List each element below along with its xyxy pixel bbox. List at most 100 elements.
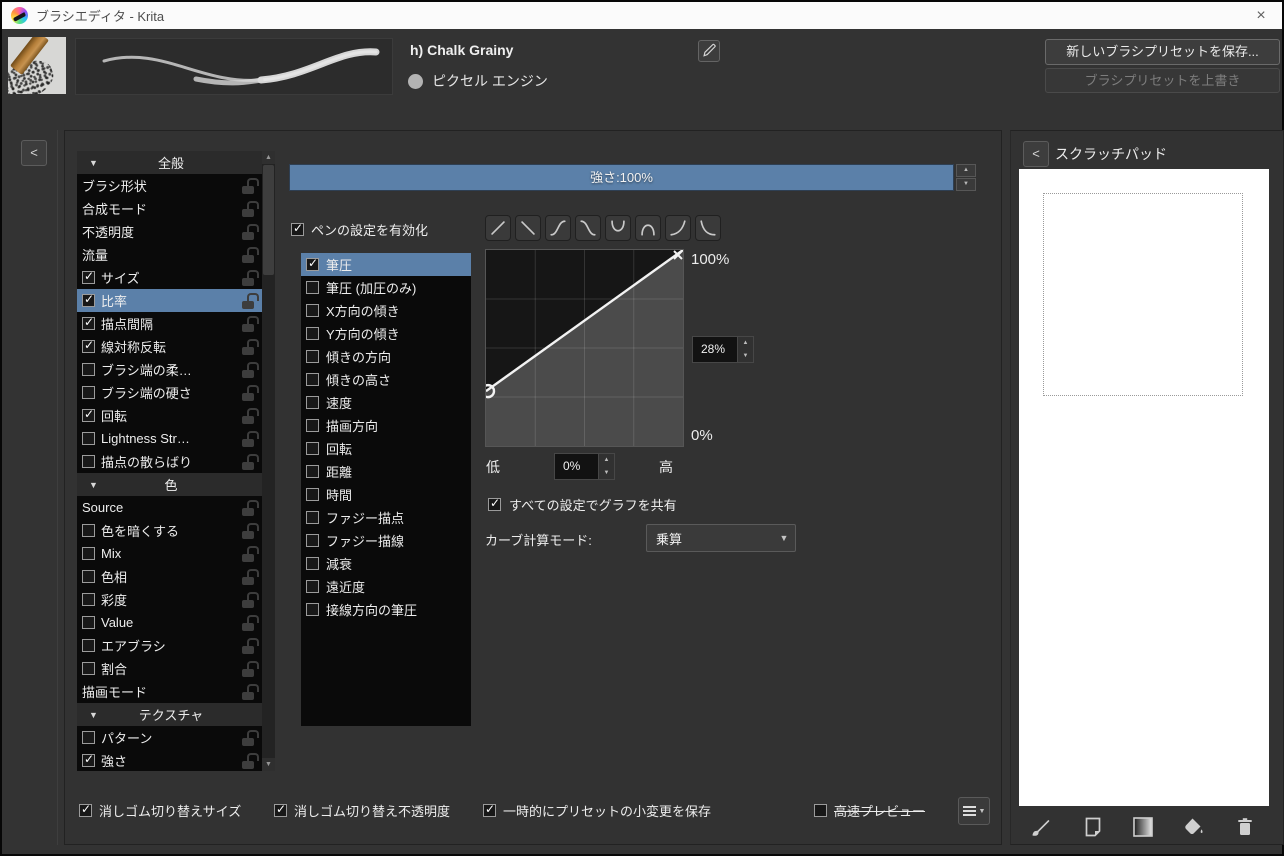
preset-option-row[interactable]: Source [77,496,262,519]
preset-option-row[interactable]: サイズ [77,266,262,289]
option-checkbox[interactable] [82,639,95,652]
curve-preset-linear-down[interactable] [515,215,541,241]
detach-menu-button[interactable]: ▼ [958,797,990,825]
collapse-left-button[interactable]: < [21,140,47,166]
footer-checkbox[interactable] [274,802,288,817]
sensor-checkbox[interactable] [306,396,319,409]
sensor-checkbox[interactable] [306,511,319,524]
sensor-row[interactable]: ファジー描線 [301,529,471,552]
sensor-checkbox[interactable] [306,580,319,593]
lock-icon[interactable] [242,523,256,538]
preset-list-scrollbar[interactable]: ▲ ▼ [262,151,275,771]
scrollbar-handle[interactable] [263,165,274,275]
lock-icon[interactable] [242,431,256,446]
footer-checkbox-row[interactable]: 一時的にプリセットの小変更を保存 [483,801,711,820]
lock-icon[interactable] [242,178,256,193]
preset-section-header[interactable]: ▼ テクスチャ [77,703,262,726]
preset-option-row[interactable]: 割合 [77,657,262,680]
sensor-checkbox[interactable] [306,442,319,455]
spin-down-icon[interactable]: ▼ [599,467,614,480]
footer-checkbox-row[interactable]: 消しゴム切り替え不透明度 [274,801,450,820]
option-checkbox[interactable] [82,616,95,629]
sensor-row[interactable]: 傾きの方向 [301,345,471,368]
footer-checkbox-row[interactable]: 消しゴム切り替えサイズ [79,801,241,820]
sensor-row[interactable]: 接線方向の筆圧 [301,598,471,621]
strength-spinner[interactable]: ▲ ▼ [956,164,976,191]
preset-option-row[interactable]: 合成モード [77,197,262,220]
preset-list[interactable]: ▼ 全般 ブラシ形状 合成モード 不透明度 流量 サイズ 比率 描点間隔 線対称… [77,151,275,771]
sensor-checkbox[interactable] [306,465,319,478]
lock-icon[interactable] [242,270,256,285]
curve-mode-dropdown[interactable]: 乗算 ▼ [646,524,796,552]
spin-down-icon[interactable]: ▼ [956,178,976,191]
preset-option-row[interactable]: 描点の散らばり [77,450,262,473]
option-checkbox[interactable] [82,315,96,330]
option-checkbox[interactable] [82,432,95,445]
lock-icon[interactable] [242,385,256,400]
sensor-row[interactable]: Y方向の傾き [301,322,471,345]
option-checkbox[interactable] [82,407,96,422]
sensor-checkbox[interactable] [306,603,319,616]
pressure-curve-graph[interactable] [480,249,684,447]
scratchpad-canvas[interactable] [1019,169,1269,806]
preset-option-row[interactable]: 不透明度 [77,220,262,243]
lock-icon[interactable] [242,293,256,308]
sensor-row[interactable]: 傾きの高さ [301,368,471,391]
option-checkbox[interactable] [82,338,96,353]
titlebar[interactable]: ブラシエディタ - Krita × [2,2,1282,29]
option-checkbox[interactable] [82,547,95,560]
spinbox-arrows[interactable]: ▲ ▼ [737,337,753,362]
option-checkbox[interactable] [82,662,95,675]
sensor-checkbox[interactable] [306,488,319,501]
lock-icon[interactable] [242,638,256,653]
footer-checkbox[interactable] [79,802,93,817]
sensor-row[interactable]: 減衰 [301,552,471,575]
curve-preset-u-curve[interactable] [605,215,631,241]
curve-preset-linear-up[interactable] [485,215,511,241]
sensor-row[interactable]: 筆圧 (加圧のみ) [301,276,471,299]
curve-preset-reverse-s-curve[interactable] [575,215,601,241]
preset-option-row[interactable]: ブラシ端の柔… [77,358,262,381]
rename-preset-button[interactable] [698,40,720,62]
preset-option-row[interactable]: 描画モード [77,680,262,703]
sensor-checkbox[interactable] [306,373,319,386]
sensor-row[interactable]: 速度 [301,391,471,414]
preset-option-row[interactable]: Value [77,611,262,634]
preset-section-header[interactable]: ▼ 全般 [77,151,262,174]
preset-option-row[interactable]: ブラシ端の硬さ [77,381,262,404]
option-checkbox[interactable] [82,593,95,606]
option-checkbox[interactable] [82,524,95,537]
footer-checkbox[interactable] [814,804,827,817]
sensor-checkbox[interactable] [306,256,320,271]
lock-icon[interactable] [242,247,256,262]
preset-option-row[interactable]: 色相 [77,565,262,588]
strength-slider[interactable]: 強さ:100% [289,164,954,191]
spin-up-icon[interactable]: ▲ [738,337,753,350]
lock-icon[interactable] [242,684,256,699]
option-checkbox[interactable] [82,752,96,767]
scratchpad-page-button[interactable] [1081,815,1105,839]
scratchpad-brush-button[interactable] [1029,815,1053,839]
lock-icon[interactable] [242,362,256,377]
spin-up-icon[interactable]: ▲ [599,454,614,467]
spin-down-icon[interactable]: ▼ [738,350,753,363]
lock-icon[interactable] [242,753,256,768]
preset-option-row[interactable]: 描点間隔 [77,312,262,335]
sensor-row[interactable]: ファジー描点 [301,506,471,529]
lock-icon[interactable] [242,224,256,239]
preset-option-row[interactable]: 色を暗くする [77,519,262,542]
scroll-down-icon[interactable]: ▼ [262,758,275,771]
lock-icon[interactable] [242,500,256,515]
lock-icon[interactable] [242,408,256,423]
scratchpad-fill-button[interactable] [1181,815,1205,839]
preset-option-row[interactable]: パターン [77,726,262,749]
option-checkbox[interactable] [82,292,96,307]
sensor-checkbox[interactable] [306,419,319,432]
curve-low-spinbox[interactable]: 0% ▲ ▼ [554,453,615,480]
option-checkbox[interactable] [82,570,95,583]
pen-settings-enable[interactable]: ペンの設定を有効化 [291,220,428,239]
sensor-list[interactable]: 筆圧 筆圧 (加圧のみ) X方向の傾き Y方向の傾き 傾きの方向 傾きの高さ 速… [301,253,471,726]
share-curve-checkbox[interactable] [488,496,502,511]
option-checkbox[interactable] [82,731,95,744]
curve-preset-j-curve[interactable] [665,215,691,241]
